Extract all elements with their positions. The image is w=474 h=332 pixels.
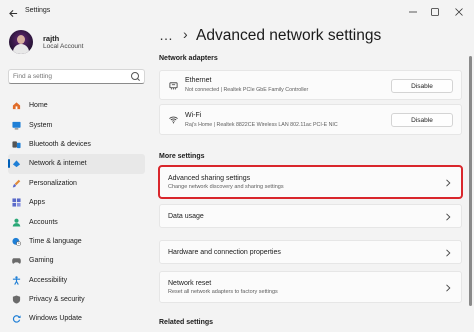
sidebar-item-label: System — [29, 121, 53, 129]
bluetooth-icon — [12, 141, 21, 149]
sidebar-item-label: Windows Update — [29, 315, 82, 323]
search-icon[interactable] — [131, 72, 139, 80]
row-title: Data usage — [168, 213, 204, 220]
disable-wifi-button[interactable]: Disable — [391, 113, 453, 127]
apps-icon — [12, 198, 21, 207]
sidebar-item-label: Time & language — [29, 237, 82, 245]
scrollbar[interactable] — [469, 56, 472, 306]
adapter-detail: Raj's Home | Realtek 8822CE Wireless LAN… — [185, 122, 338, 128]
chevron-right-icon — [446, 213, 451, 221]
sidebar-item-label: Accounts — [29, 218, 58, 226]
close-icon — [455, 8, 463, 16]
sidebar-nav: Home System Bluetooth & devices Network … — [8, 96, 145, 329]
sidebar-item-apps[interactable]: Apps — [8, 193, 145, 212]
chevron-right-icon — [446, 179, 451, 187]
wifi-icon — [169, 116, 178, 124]
maximize-button[interactable] — [426, 4, 444, 20]
refresh-icon — [12, 315, 21, 324]
sidebar-item-label: Gaming — [29, 257, 54, 265]
network-reset-row[interactable]: Network reset Reset all network adapters… — [159, 271, 462, 303]
adapter-name: Wi-Fi — [185, 112, 202, 119]
sidebar-item-personalization[interactable]: Personalization — [8, 174, 145, 193]
sidebar-item-label: Apps — [29, 199, 45, 207]
sidebar-item-time-language[interactable]: Time & language — [8, 232, 145, 251]
sidebar-item-gaming[interactable]: Gaming — [8, 251, 145, 270]
breadcrumb-separator: › — [183, 26, 188, 42]
sidebar-item-label: Home — [29, 102, 48, 110]
sidebar-item-network[interactable]: Network & internet — [8, 154, 145, 174]
user-name: rajth — [43, 34, 60, 43]
sidebar-item-label: Network & internet — [29, 160, 87, 168]
hardware-connection-properties-row[interactable]: Hardware and connection properties — [159, 240, 462, 264]
brush-icon — [12, 179, 21, 188]
ethernet-icon — [169, 82, 178, 90]
adapter-card-ethernet[interactable]: Ethernet Not connected | Realtek PCIe Gb… — [159, 70, 462, 100]
sidebar-item-label: Accessibility — [29, 276, 68, 284]
section-heading-network-adapters: Network adapters — [159, 55, 218, 62]
globe-clock-icon — [12, 237, 21, 246]
sidebar-item-bluetooth[interactable]: Bluetooth & devices — [8, 135, 145, 154]
search-input[interactable] — [13, 71, 123, 82]
home-icon — [12, 102, 21, 110]
row-subtitle: Reset all network adapters to factory se… — [168, 289, 278, 295]
shield-icon — [12, 295, 21, 304]
sidebar-item-label: Bluetooth & devices — [29, 140, 91, 148]
accessibility-icon — [12, 275, 21, 285]
adapter-name: Ethernet — [185, 77, 212, 84]
gamepad-icon — [12, 258, 21, 264]
minimize-button[interactable] — [404, 4, 422, 20]
back-button[interactable] — [6, 6, 20, 20]
search-box[interactable] — [8, 69, 145, 84]
sidebar-item-windows-update[interactable]: Windows Update — [8, 309, 145, 328]
user-account-type: Local Account — [43, 43, 84, 50]
section-heading-more-settings: More settings — [159, 153, 205, 160]
monitor-icon — [12, 121, 21, 129]
row-title: Network reset — [168, 280, 212, 287]
app-title: Settings — [25, 7, 51, 14]
maximize-icon — [431, 8, 439, 16]
sidebar-item-system[interactable]: System — [8, 115, 145, 134]
sidebar-item-accounts[interactable]: Accounts — [8, 212, 145, 231]
person-icon — [12, 218, 21, 227]
arrow-left-icon — [8, 9, 17, 17]
row-title: Hardware and connection properties — [168, 249, 281, 256]
sidebar-item-accessibility[interactable]: Accessibility — [8, 271, 145, 290]
chevron-right-icon — [446, 249, 451, 257]
wifi-icon — [12, 160, 21, 168]
sidebar-item-home[interactable]: Home — [8, 96, 145, 115]
chevron-right-icon — [446, 284, 451, 292]
avatar[interactable] — [9, 30, 33, 54]
sidebar-item-label: Privacy & security — [29, 296, 85, 304]
adapter-detail: Not connected | Realtek PCIe GbE Family … — [185, 87, 309, 93]
advanced-sharing-settings-row[interactable]: Advanced sharing settings Change network… — [158, 165, 463, 199]
section-heading-related-settings: Related settings — [159, 319, 214, 326]
title-bar: Settings — [0, 0, 474, 26]
breadcrumb-overflow-button[interactable]: … — [159, 27, 174, 43]
disable-ethernet-button[interactable]: Disable — [391, 79, 453, 93]
page-title: Advanced network settings — [196, 27, 382, 44]
sidebar-item-privacy[interactable]: Privacy & security — [8, 290, 145, 309]
row-title: Advanced sharing settings — [168, 175, 251, 182]
minimize-icon — [409, 11, 417, 13]
close-button[interactable] — [450, 4, 468, 20]
row-subtitle: Change network discovery and sharing set… — [168, 184, 284, 190]
data-usage-row[interactable]: Data usage — [159, 204, 462, 228]
sidebar-item-label: Personalization — [29, 179, 77, 187]
adapter-card-wifi[interactable]: Wi-Fi Raj's Home | Realtek 8822CE Wirele… — [159, 104, 462, 135]
